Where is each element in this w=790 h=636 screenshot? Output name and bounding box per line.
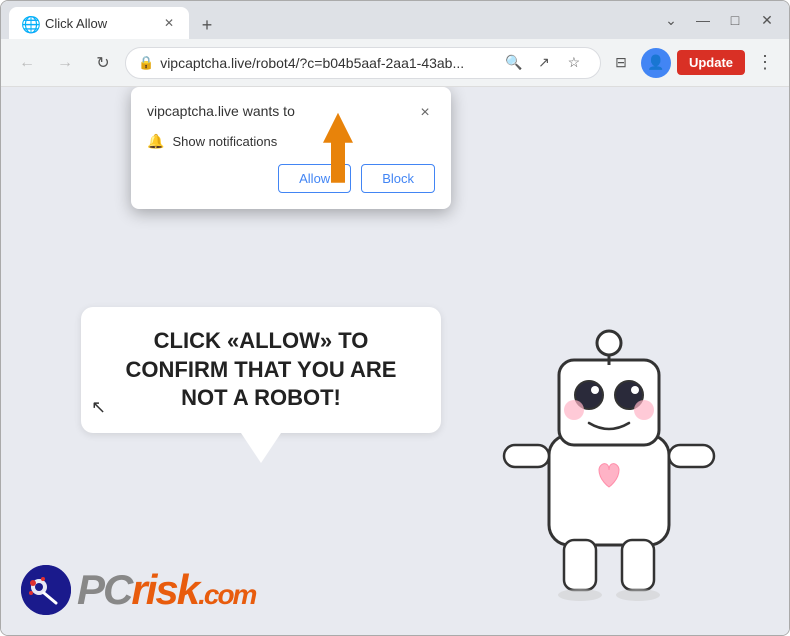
active-tab[interactable]: 🌐 Click Allow ✕ [9, 7, 189, 39]
more-options-button[interactable]: ⋮ [751, 49, 779, 77]
tab-area: 🌐 Click Allow ✕ + [9, 1, 649, 39]
robot-image [489, 305, 729, 605]
browser-window: 🌐 Click Allow ✕ + ⌄ — □ ✕ ← → ↻ 🔒 vipcap… [0, 0, 790, 636]
bubble-text: CLICK «ALLOW» TO CONFIRM THAT YOU ARE NO… [111, 327, 411, 413]
address-bar[interactable]: 🔒 vipcaptcha.live/robot4/?c=b04b5aaf-2aa… [125, 47, 601, 79]
speech-bubble: CLICK «ALLOW» TO CONFIRM THAT YOU ARE NO… [81, 307, 441, 433]
reload-button[interactable]: ↻ [87, 47, 119, 79]
chevron-down-icon[interactable]: ⌄ [657, 6, 685, 34]
bell-icon: 🔔 [147, 133, 164, 150]
popup-header: vipcaptcha.live wants to × [147, 103, 435, 123]
url-text: vipcaptcha.live/robot4/?c=b04b5aaf-2aa1-… [160, 55, 494, 71]
title-bar: 🌐 Click Allow ✕ + ⌄ — □ ✕ [1, 1, 789, 39]
update-button[interactable]: Update [677, 50, 745, 75]
window-controls: ⌄ — □ ✕ [657, 6, 781, 34]
tab-title: Click Allow [45, 16, 153, 31]
maximize-button[interactable]: □ [721, 6, 749, 34]
pcrisk-logo: PCrisk.com [21, 565, 255, 615]
close-button[interactable]: ✕ [753, 6, 781, 34]
tab-close-button[interactable]: ✕ [161, 15, 177, 31]
pcrisk-icon [21, 565, 71, 615]
tab-favicon: 🌐 [21, 15, 37, 31]
popup-site-text: vipcaptcha.live wants to [147, 103, 295, 119]
page-content: vipcaptcha.live wants to × 🔔 Show notifi… [1, 87, 789, 635]
sidebar-icon[interactable]: ⊟ [607, 49, 635, 77]
forward-button[interactable]: → [49, 47, 81, 79]
new-tab-button[interactable]: + [193, 11, 221, 39]
bookmark-icon[interactable]: ☆ [560, 49, 588, 77]
share-icon[interactable]: ↗ [530, 49, 558, 77]
profile-button[interactable]: 👤 [641, 48, 671, 78]
pcrisk-text: PCrisk.com [77, 566, 255, 614]
search-icon[interactable]: 🔍 [500, 49, 528, 77]
minimize-button[interactable]: — [689, 6, 717, 34]
address-actions: 🔍 ↗ ☆ [500, 49, 588, 77]
navigation-bar: ← → ↻ 🔒 vipcaptcha.live/robot4/?c=b04b5a… [1, 39, 789, 87]
lock-icon: 🔒 [138, 55, 154, 71]
popup-close-button[interactable]: × [415, 103, 435, 123]
mouse-cursor: ↖ [91, 397, 106, 418]
popup-notification-text: Show notifications [172, 134, 277, 149]
back-button[interactable]: ← [11, 47, 43, 79]
